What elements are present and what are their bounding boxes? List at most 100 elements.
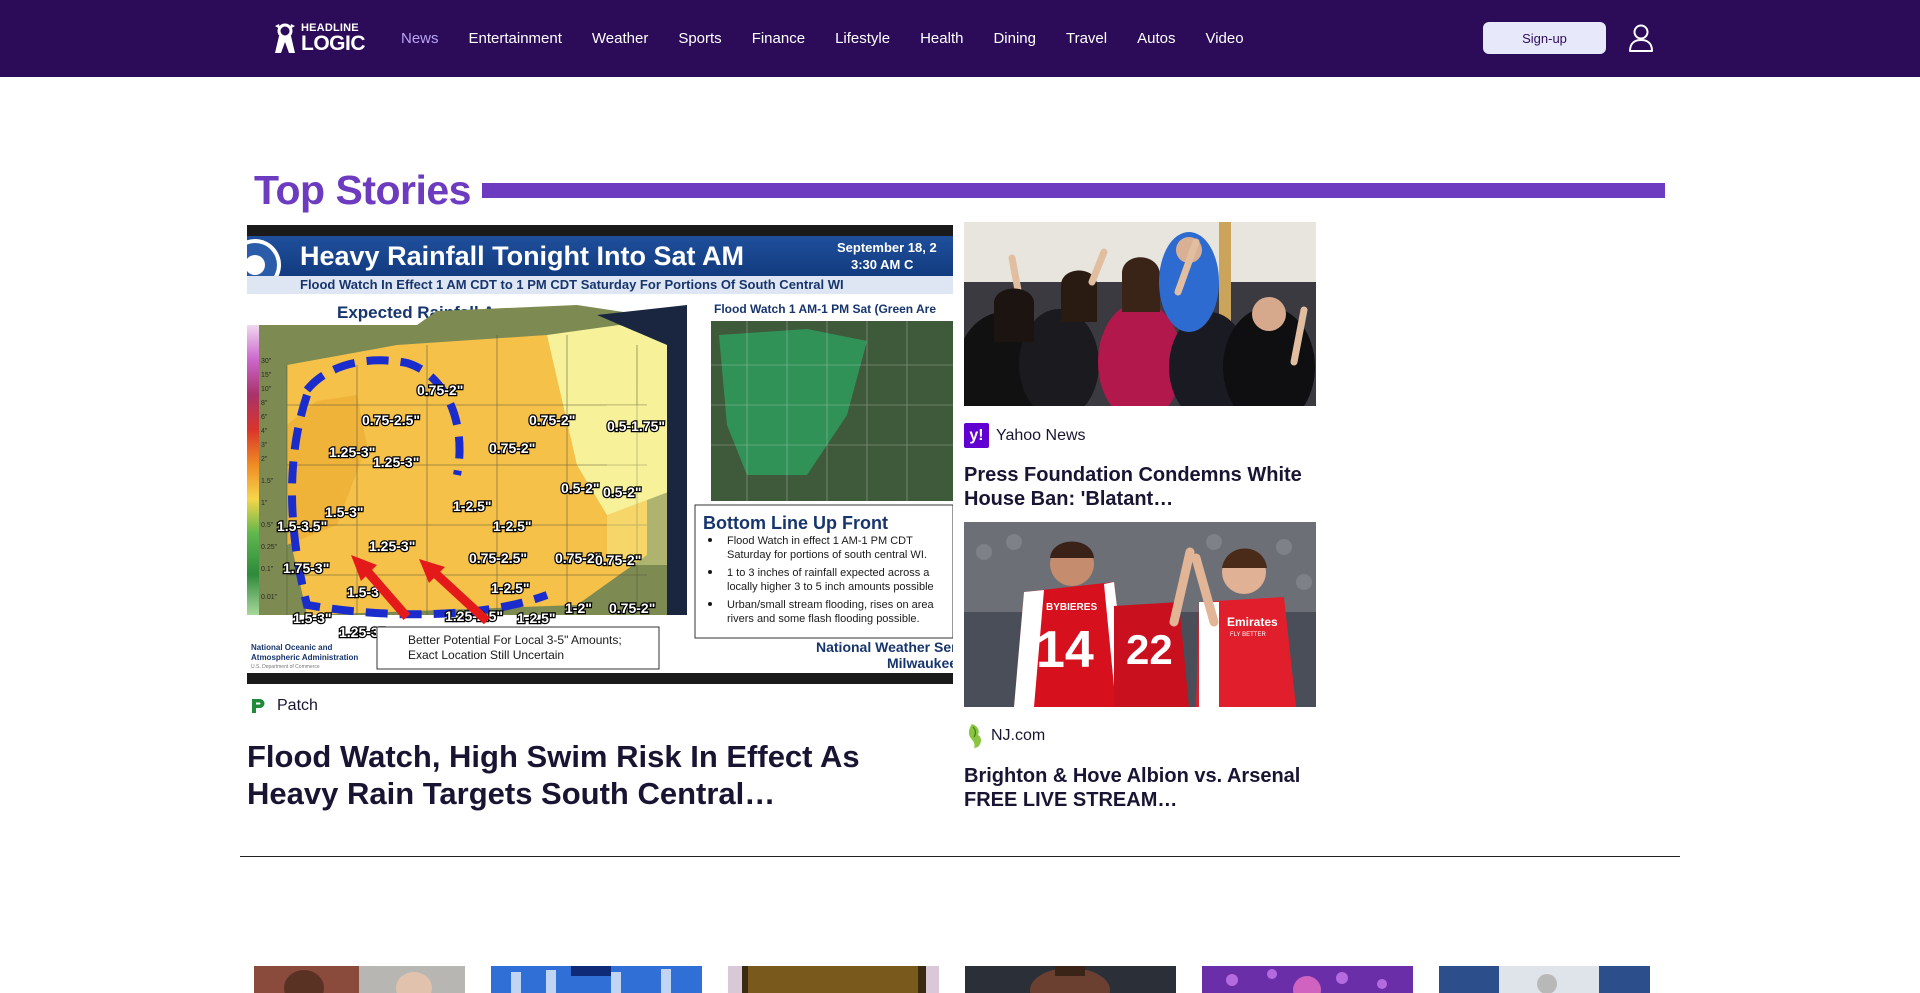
main-story-source[interactable]: Patch [251, 697, 318, 715]
top-navigation-bar: HEADLINE LOGIC News Entertainment Weathe… [0, 0, 1920, 77]
jersey-sponsor-tagline: FLY BETTER [1230, 632, 1266, 638]
main-story-image[interactable]: Heavy Rainfall Tonight Into Sat AM Septe… [247, 225, 953, 684]
yahoo-logo-icon: y! [964, 423, 989, 448]
side-story-1-source[interactable]: y! Yahoo News [964, 423, 1086, 448]
nav-weather[interactable]: Weather [592, 30, 648, 47]
nav-travel[interactable]: Travel [1066, 30, 1107, 47]
rainfall-amount-label: 1-2.5" [517, 610, 556, 626]
press-conference-photo [964, 222, 1316, 406]
side-story-2-source[interactable]: NJ.com [964, 723, 1045, 749]
legend-label: 6" [261, 414, 268, 421]
signup-button[interactable]: Sign-up [1483, 22, 1606, 54]
rainfall-amount-label: 1.5-3.5" [277, 518, 327, 534]
graphic-bluf-line: Flood Watch in effect 1 AM-1 PM CDT [727, 535, 913, 547]
weather-graphic: Heavy Rainfall Tonight Into Sat AM Septe… [247, 225, 953, 684]
site-logo[interactable]: HEADLINE LOGIC [272, 20, 366, 56]
rainfall-amount-label: 1-2" [565, 600, 592, 616]
graphic-bluf-line: Urban/small stream flooding, rises on ar… [727, 599, 935, 611]
rainfall-amount-label: 1.75-3" [283, 560, 329, 576]
njcom-logo-icon [968, 724, 981, 748]
graphic-noaa-line-2: Atmospheric Administration [251, 653, 358, 662]
rainfall-amount-label: 1-2.5" [493, 518, 532, 534]
graphic-callout-line-2: Exact Location Still Uncertain [408, 648, 564, 662]
thumbnail-3-image [728, 966, 939, 993]
graphic-right-heading: Flood Watch 1 AM-1 PM Sat (Green Are [714, 302, 936, 316]
logo-icon [275, 23, 295, 53]
football-photo: 14 BYBIERES 22 Emirates FLY BETTER [964, 522, 1316, 707]
graphic-bluf-title: Bottom Line Up Front [703, 513, 888, 533]
nav-entertainment[interactable]: Entertainment [469, 30, 562, 47]
patch-logo-icon [252, 699, 265, 713]
nav-health[interactable]: Health [920, 30, 963, 47]
nav-dining[interactable]: Dining [993, 30, 1036, 47]
legend-label: 30" [261, 358, 272, 365]
bullet-icon [708, 538, 712, 542]
legend-label: 0.5" [261, 522, 274, 529]
graphic-nws-line-2: Milwaukee [887, 655, 953, 671]
thumbnail-6[interactable] [1439, 966, 1650, 993]
legend-label: 15" [261, 372, 272, 379]
side-story-1-image[interactable] [964, 222, 1316, 406]
main-story-headline[interactable]: Flood Watch, High Swim Risk In Effect As… [247, 738, 927, 812]
legend-label: 1" [261, 500, 268, 507]
jersey-number: 14 [1036, 621, 1094, 679]
thumbnail-3[interactable] [728, 966, 939, 993]
side-story-1-source-name: Yahoo News [996, 426, 1086, 444]
nav-autos[interactable]: Autos [1137, 30, 1175, 47]
thumbnail-4[interactable] [965, 966, 1176, 993]
thumbnail-1[interactable] [254, 966, 465, 993]
section-title-top-stories: Top Stories [254, 167, 471, 213]
graphic-nws-line-1: National Weather Ser [816, 639, 953, 655]
legend-label: 0.25" [261, 544, 278, 551]
rainfall-amount-label: 1.5-3" [325, 504, 364, 520]
thumbnail-5-image [1202, 966, 1413, 993]
thumbnail-2-image [491, 966, 702, 993]
graphic-time: 3:30 AM C [851, 257, 914, 272]
bullet-icon [708, 602, 712, 606]
legend-label: 10" [261, 386, 272, 393]
nav-lifestyle[interactable]: Lifestyle [835, 30, 890, 47]
graphic-bluf-line: locally higher 3 to 5 inch amounts possi… [727, 581, 934, 593]
nav-sports[interactable]: Sports [678, 30, 721, 47]
primary-nav: News Entertainment Weather Sports Financ… [401, 0, 1274, 77]
legend-label: 4" [261, 428, 268, 435]
graphic-bluf-line: Saturday for portions of south central W… [727, 549, 927, 561]
legend-label: 3" [261, 442, 268, 449]
side-story-2-headline[interactable]: Brighton & Hove Albion vs. Arsenal FREE … [964, 764, 1316, 812]
side-story-1-headline[interactable]: Press Foundation Condemns White House Ba… [964, 463, 1316, 511]
rainfall-amount-label: 0.75-2" [489, 440, 535, 456]
legend-label: 0.1" [261, 566, 274, 573]
user-icon[interactable] [1628, 24, 1654, 52]
rainfall-amount-label: 1.25-3" [373, 454, 419, 470]
bullet-icon [708, 570, 712, 574]
graphic-noaa-line-1: National Oceanic and [251, 643, 332, 652]
graphic-callout-line-1: Better Potential For Local 3-5" Amounts; [408, 633, 622, 647]
rainfall-amount-label: 1.25-3" [329, 444, 375, 460]
thumbnail-1-image [254, 966, 465, 993]
jersey-name: BYBIERES [1046, 602, 1097, 613]
nav-finance[interactable]: Finance [752, 30, 805, 47]
rainfall-amount-label: 0.5-1.75" [607, 418, 665, 434]
legend-label: 8" [261, 400, 268, 407]
nav-video[interactable]: Video [1205, 30, 1243, 47]
graphic-title: Heavy Rainfall Tonight Into Sat AM [300, 241, 744, 271]
graphic-noaa-line-3: U.S. Department of Commerce [251, 664, 320, 670]
jersey-sponsor: Emirates [1227, 615, 1278, 629]
thumbnail-6-image [1439, 966, 1650, 993]
rainfall-amount-label: 0.75-2" [529, 412, 575, 428]
rainfall-amount-label: 1.5-3" [293, 610, 332, 626]
logo-wordmark: HEADLINE LOGIC [301, 22, 366, 55]
section-divider [240, 856, 1680, 857]
rainfall-amount-label: 0.5-2" [561, 480, 600, 496]
thumbnail-4-image [965, 966, 1176, 993]
rainfall-amount-label: 1-2.5" [491, 580, 530, 596]
thumbnail-5[interactable] [1202, 966, 1413, 993]
logo-line-2: LOGIC [301, 31, 366, 55]
side-story-2-image[interactable]: 14 BYBIERES 22 Emirates FLY BETTER [964, 522, 1316, 707]
rainfall-amount-label: 1.25-3" [369, 538, 415, 554]
graphic-date: September 18, 2 [837, 240, 937, 255]
nav-news[interactable]: News [401, 30, 439, 47]
thumbnail-2[interactable] [491, 966, 702, 993]
section-title-rule [482, 183, 1665, 198]
graphic-bluf-line: rivers and some flash flooding possible. [727, 613, 920, 625]
